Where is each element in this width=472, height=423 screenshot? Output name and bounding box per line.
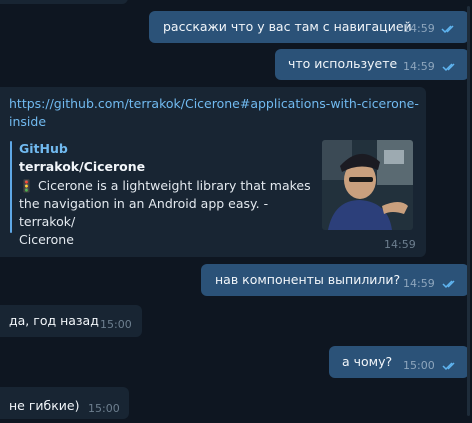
link-preview-site: GitHub [19,141,68,156]
message-bubble-incoming[interactable]: да, год назад 15:00 [0,305,142,337]
message-text: что используете [288,56,398,71]
message-text: не гибкие) [9,398,80,413]
message-text: расскажи что у вас там с навигацией [163,19,412,34]
double-check-icon [442,362,455,371]
link-preview-desc-line3: Cicerone [19,232,74,247]
message-time: 15:00 [403,359,435,372]
message-link-line1[interactable]: https://github.com/terrakok/Cicerone#app… [9,96,419,112]
message-time: 15:00 [88,402,120,415]
message-bubble-outgoing[interactable]: а чому? 15:00 [329,346,469,378]
message-time: 14:59 [403,60,435,73]
message-time: 14:59 [403,277,435,290]
double-check-icon [441,25,454,34]
link-preview-thumbnail[interactable] [322,140,413,230]
traffic-light-emoji: 🚦 [19,179,34,193]
link-preview-desc-line2: the navigation in an Android app easy. -… [19,196,269,229]
message-text: а чому? [342,354,393,369]
message-bubble-outgoing[interactable]: что используете 14:59 [275,49,469,80]
double-check-icon [442,280,455,289]
message-link-line2[interactable]: inside [9,114,46,130]
message-text: да, год назад [9,313,99,328]
double-check-icon [442,63,455,72]
message-time: 14:59 [384,238,416,251]
message-bubble-incoming[interactable]: не гибкие) 15:00 [0,387,129,419]
link-preview-desc-line1: Cicerone is a lightweight library that m… [37,178,311,193]
link-preview-accent-bar [10,141,12,233]
message-time: 15:00 [100,318,132,331]
message-time: 14:59 [403,22,435,35]
message-text: нав компоненты выпилили? [215,272,401,287]
link-preview-description: 🚦 Cicerone is a lightweight library that… [19,177,319,249]
message-bubble-previous-partial [0,0,128,4]
message-bubble-outgoing[interactable]: расскажи что у вас там с навигацией 14:5… [149,11,469,43]
message-bubble-outgoing[interactable]: нав компоненты выпилили? 14:59 [201,264,469,296]
message-bubble-incoming-link[interactable]: https://github.com/terrakok/Cicerone#app… [0,87,426,257]
chat-scrollbar[interactable] [467,6,470,416]
link-preview-title: terrakok/Cicerone [19,159,146,174]
avatar-photo-icon [322,140,413,230]
